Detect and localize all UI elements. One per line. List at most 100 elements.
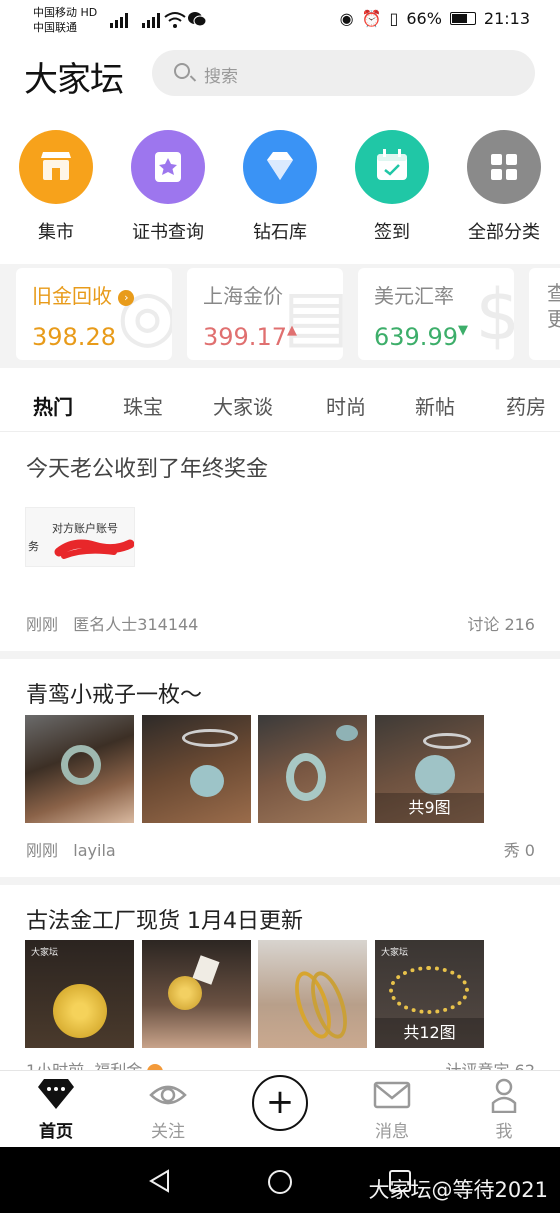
- post-thumbnail[interactable]: [142, 940, 251, 1048]
- home-icon: [16, 1077, 96, 1113]
- category-label: 全部分类: [468, 222, 540, 243]
- nav-label: 消息: [375, 1122, 409, 1142]
- thumb-logo: 大家坛: [31, 948, 59, 958]
- gold-pendant-shape: [53, 984, 107, 1038]
- tab-hot[interactable]: 热门: [33, 391, 73, 420]
- post-thumbnail[interactable]: 大家坛: [25, 940, 134, 1048]
- status-right: ◉ ⏰ ▯ 66% 21:13: [340, 9, 530, 28]
- price-name: 上海金价: [203, 284, 283, 308]
- photo-count: 共12图: [375, 1018, 484, 1048]
- nav-label: 首页: [39, 1122, 73, 1142]
- category-label: 证书查询: [132, 222, 204, 243]
- plus-icon: +: [252, 1075, 308, 1131]
- vibrate-icon: ▯: [389, 9, 399, 28]
- post-title: 青鸾小戒子一枚～: [26, 683, 203, 708]
- post-stat: 计评意定 62: [445, 1061, 535, 1071]
- post-thumbnail[interactable]: [258, 940, 367, 1048]
- price-card-shanghai-gold[interactable]: ▤ 上海金价 399.17▲: [187, 268, 343, 360]
- calendar-icon: [355, 130, 429, 204]
- app-header: 大家坛 搜索: [0, 40, 560, 110]
- category-label: 集市: [38, 222, 74, 243]
- category-certificate[interactable]: 证书查询: [112, 130, 224, 244]
- post-title: 古法金工厂现货 1月4日更新: [26, 909, 303, 934]
- divider: [0, 651, 560, 659]
- price-value: 399.17▲: [203, 323, 297, 351]
- price-value: 639.99▼: [374, 323, 468, 351]
- price-cards: ◎ 旧金回收 › 398.28 ▤ 上海金价 399.17▲ $ 美元汇率 63…: [0, 264, 560, 368]
- pendant-shape: [415, 755, 455, 795]
- tab-discuss[interactable]: 大家谈: [213, 391, 273, 420]
- carrier-1: 中国移动 HD: [33, 6, 98, 19]
- feed-post[interactable]: 今天老公收到了年终奖金 对方账户账号 务 刚刚 匿名人士314144 讨论 21…: [0, 433, 560, 651]
- bangle-shape: [423, 733, 471, 749]
- bead-bracelet-shape: [389, 966, 469, 1014]
- status-bar: 中国移动 HD 中国联通 ◉ ⏰ ▯ 66% 21:13: [0, 0, 560, 40]
- search-placeholder: 搜索: [204, 67, 238, 87]
- pendant-shape: [336, 725, 358, 741]
- category-label: 钻石库: [253, 222, 307, 243]
- clock: 21:13: [483, 9, 530, 28]
- category-all[interactable]: 全部分类: [448, 130, 560, 244]
- nav-post[interactable]: +: [240, 1075, 320, 1131]
- price-name: 美元汇率: [374, 284, 454, 308]
- post-thumbnail[interactable]: 共9图: [375, 715, 484, 823]
- post-meta: 刚刚 layila: [26, 841, 116, 860]
- carrier-2: 中国联通: [33, 21, 77, 34]
- category-label: 签到: [374, 222, 410, 243]
- category-diamond[interactable]: 钻石库: [224, 130, 336, 244]
- price-card-gold-recycle[interactable]: ◎ 旧金回收 › 398.28: [16, 268, 172, 360]
- category-shop[interactable]: 集市: [0, 130, 112, 244]
- post-thumbnail[interactable]: [25, 715, 134, 823]
- nav-messages[interactable]: 消息: [352, 1077, 432, 1142]
- tab-fashion[interactable]: 时尚: [326, 391, 366, 420]
- nav-home[interactable]: 首页: [16, 1077, 96, 1142]
- post-title: 今天老公收到了年终奖金: [26, 457, 269, 482]
- tab-pharmacy[interactable]: 药房: [506, 391, 546, 420]
- home-button-icon[interactable]: [266, 1168, 294, 1196]
- category-checkin[interactable]: 签到: [336, 130, 448, 244]
- nav-label: 我: [495, 1122, 513, 1142]
- tab-new-posts[interactable]: 新帖: [415, 391, 455, 420]
- price-name: 查 更: [547, 281, 560, 331]
- grid-icon: [467, 130, 541, 204]
- nav-me[interactable]: 我: [464, 1077, 544, 1142]
- redaction-scribble: [54, 539, 134, 559]
- category-row: 集市 证书查询 钻石库 签到 全部分类: [0, 130, 560, 250]
- nav-follow[interactable]: 关注: [128, 1077, 208, 1142]
- back-icon[interactable]: [148, 1169, 172, 1193]
- app-root: 中国移动 HD 中国联通 ◉ ⏰ ▯ 66% 21:13 大家坛 搜索 集市 证…: [0, 0, 560, 1213]
- diamond-icon: [243, 130, 317, 204]
- tab-jewelry[interactable]: 珠宝: [123, 391, 163, 420]
- search-bar[interactable]: 搜索: [152, 50, 535, 96]
- price-card-usd-rate[interactable]: $ 美元汇率 639.99▼: [358, 268, 514, 360]
- ring-shape: [61, 745, 101, 785]
- post-thumbnail[interactable]: [142, 715, 251, 823]
- app-logo: 大家坛: [24, 60, 124, 100]
- person-icon: [464, 1077, 544, 1114]
- feed-post[interactable]: 青鸾小戒子一枚～ 共9图 刚刚 layila 秀 0: [0, 659, 560, 877]
- price-name: 旧金回收 ›: [32, 280, 135, 309]
- shop-icon: [19, 130, 93, 204]
- photo-count: 共9图: [375, 793, 484, 823]
- trend-down-icon: ▼: [457, 323, 468, 338]
- thumb-logo: 大家坛: [381, 948, 409, 958]
- carrier-info: 中国移动 HD 中国联通: [33, 5, 97, 35]
- post-thumbnail[interactable]: [258, 715, 367, 823]
- battery-percent: 66%: [406, 9, 442, 28]
- bottom-nav: 首页 关注 + 消息 我: [0, 1070, 560, 1147]
- wifi-icon: [164, 12, 186, 28]
- eye-comfort-icon: ◉: [339, 9, 354, 28]
- feed-post[interactable]: 古法金工厂现货 1月4日更新 大家坛 大家坛 共12图 1小时前 福利金 计评意…: [0, 885, 560, 1071]
- image-text-fragment: 务: [28, 540, 39, 553]
- bangle-shape: [182, 729, 238, 747]
- signal-icon-2: [142, 12, 160, 28]
- post-thumbnail[interactable]: 大家坛 共12图: [375, 940, 484, 1048]
- signal-icon: [110, 12, 128, 28]
- search-icon: [174, 63, 190, 79]
- post-stat: 讨论 216: [467, 615, 535, 634]
- post-stat: 秀 0: [503, 841, 535, 860]
- price-card-more[interactable]: 查 更: [529, 268, 560, 360]
- dollar-icon: $: [475, 274, 514, 356]
- watermark: 大家坛@等待2021: [368, 1178, 548, 1202]
- post-meta: 刚刚 匿名人士314144: [26, 615, 199, 634]
